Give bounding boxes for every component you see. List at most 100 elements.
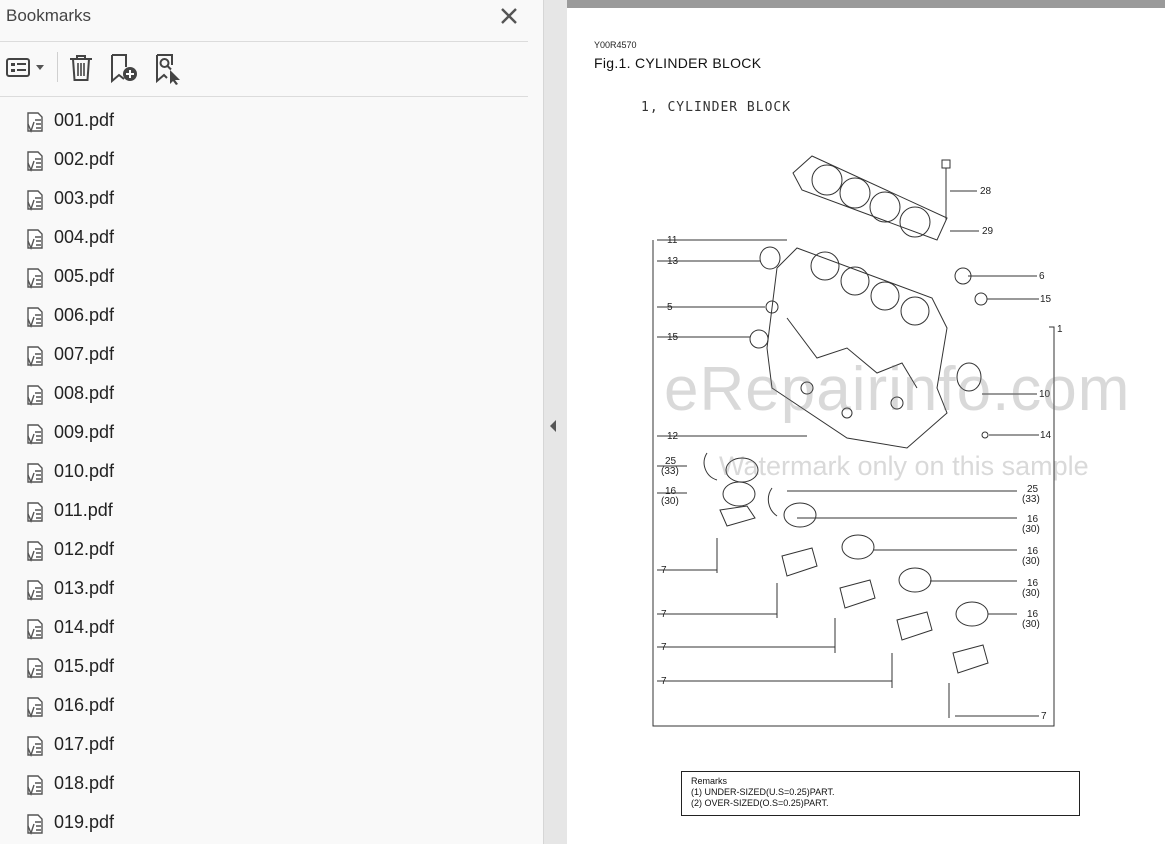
bookmark-label: 003.pdf xyxy=(54,188,115,208)
bookmark-label: 008.pdf xyxy=(54,383,115,403)
bookmark-page-icon xyxy=(27,151,43,172)
callout: 12 xyxy=(667,431,679,442)
bookmark-label: 004.pdf xyxy=(54,227,115,247)
callout: 11 xyxy=(667,235,678,246)
bookmark-label: 002.pdf xyxy=(54,149,115,169)
watermark-note: Watermark only on this sample xyxy=(719,451,1089,481)
bookmark-page-icon xyxy=(27,502,43,523)
callout: 15 xyxy=(667,332,679,343)
callout: 29 xyxy=(982,226,994,237)
bookmark-page-icon xyxy=(27,658,43,679)
bookmark-label: 018.pdf xyxy=(54,773,115,793)
bookmark-page-icon xyxy=(27,268,43,289)
bookmark-item[interactable]: 006.pdf xyxy=(0,296,528,335)
options-menu-icon[interactable] xyxy=(4,51,48,85)
bookmark-item[interactable]: 005.pdf xyxy=(0,257,528,296)
callout: 28 xyxy=(980,186,992,197)
bookmark-label: 007.pdf xyxy=(54,344,115,364)
callout: (30) xyxy=(1022,524,1040,535)
callout: 7 xyxy=(661,642,667,653)
callout: 7 xyxy=(661,609,667,620)
callout: (30) xyxy=(1022,556,1040,567)
bookmark-label: 011.pdf xyxy=(54,500,113,520)
bookmark-item[interactable]: 001.pdf xyxy=(0,101,528,140)
bookmark-item[interactable]: 008.pdf xyxy=(0,374,528,413)
bookmark-item[interactable]: 016.pdf xyxy=(0,686,528,725)
bookmark-label: 013.pdf xyxy=(54,578,115,598)
bookmark-item[interactable]: 015.pdf xyxy=(0,647,528,686)
bookmark-item[interactable]: 003.pdf xyxy=(0,179,528,218)
bookmark-item[interactable]: 012.pdf xyxy=(0,530,528,569)
bookmark-label: 017.pdf xyxy=(54,734,115,754)
bookmarks-panel: Bookmarks 001.pdf 002.pdf 003.pdf 004.pd… xyxy=(0,0,544,844)
callout: 7 xyxy=(661,676,667,687)
bookmark-page-icon xyxy=(27,229,43,250)
callout: 7 xyxy=(661,565,667,576)
bookmark-label: 005.pdf xyxy=(54,266,115,286)
bookmark-item[interactable]: 007.pdf xyxy=(0,335,528,374)
callout: 1 xyxy=(1057,324,1063,335)
bookmark-item[interactable]: 014.pdf xyxy=(0,608,528,647)
bookmark-item[interactable]: 013.pdf xyxy=(0,569,528,608)
callout: 14 xyxy=(1040,430,1052,441)
callout: (30) xyxy=(1022,619,1040,630)
bookmark-page-icon xyxy=(27,736,43,757)
remarks-box: Remarks (1) UNDER-SIZED(U.S=0.25)PART. (… xyxy=(681,771,1080,816)
bookmark-page-icon xyxy=(27,346,43,367)
bookmark-page-icon xyxy=(27,112,43,133)
bookmark-page-icon xyxy=(27,463,43,484)
callout: 5 xyxy=(667,302,673,313)
callout: 15 xyxy=(1040,294,1052,305)
bookmark-page-icon xyxy=(27,697,43,718)
callout: 7 xyxy=(1041,711,1047,722)
figure-subtitle: 1, CYLINDER BLOCK xyxy=(641,100,792,115)
bookmark-label: 012.pdf xyxy=(54,539,115,559)
bookmark-page-icon xyxy=(27,814,43,835)
bookmark-label: 016.pdf xyxy=(54,695,115,715)
cylinder-block-diagram: 28 29 11 13 6 15 1 5 15 10 12 14 25 (33)… xyxy=(652,155,1063,727)
document-page: Y00R4570 Fig.1. CYLINDER BLOCK 1, CYLIND… xyxy=(567,0,1165,844)
bookmark-page-icon xyxy=(27,424,43,445)
bookmark-item[interactable]: 018.pdf xyxy=(0,764,528,803)
bookmark-item[interactable]: 017.pdf xyxy=(0,725,528,764)
bookmark-label: 006.pdf xyxy=(54,305,115,325)
bookmark-item[interactable]: 019.pdf xyxy=(0,803,528,842)
remarks-line: (1) UNDER-SIZED(U.S=0.25)PART. xyxy=(691,787,835,797)
callout: 6 xyxy=(1039,271,1045,282)
callout: (30) xyxy=(1022,588,1040,599)
bookmark-page-icon xyxy=(27,619,43,640)
bookmark-label: 015.pdf xyxy=(54,656,115,676)
bookmark-item[interactable]: 010.pdf xyxy=(0,452,528,491)
watermark: eRepairinfo.com xyxy=(664,355,1131,424)
bookmarks-header: Bookmarks xyxy=(0,0,528,42)
callout: 13 xyxy=(667,256,679,267)
collapse-panel-arrow-icon[interactable] xyxy=(548,417,558,435)
close-icon[interactable] xyxy=(496,3,522,29)
add-bookmark-icon[interactable] xyxy=(108,51,140,85)
bookmark-label: 014.pdf xyxy=(54,617,115,637)
bookmark-page-icon xyxy=(27,775,43,796)
remarks-line: (2) OVER-SIZED(O.S=0.25)PART. xyxy=(691,798,829,808)
bookmark-item[interactable]: 009.pdf xyxy=(0,413,528,452)
bookmark-item[interactable]: 004.pdf xyxy=(0,218,528,257)
bookmark-label: 009.pdf xyxy=(54,422,115,442)
trash-icon[interactable] xyxy=(66,51,96,85)
figure-title: Fig.1. CYLINDER BLOCK xyxy=(594,55,762,71)
figure-code: Y00R4570 xyxy=(594,40,637,50)
bookmark-page-icon xyxy=(27,385,43,406)
panel-title: Bookmarks xyxy=(6,6,92,25)
toolbar-separator xyxy=(57,52,58,82)
bookmark-page-icon xyxy=(27,541,43,562)
callout: (33) xyxy=(1022,494,1040,505)
bookmark-page-icon xyxy=(27,190,43,211)
bookmark-item[interactable]: 011.pdf xyxy=(0,491,528,530)
find-bookmark-icon[interactable] xyxy=(152,51,184,85)
bookmark-page-icon xyxy=(27,307,43,328)
bookmark-page-icon xyxy=(27,580,43,601)
bookmark-item[interactable]: 002.pdf xyxy=(0,140,528,179)
callout: (30) xyxy=(661,496,679,507)
bookmark-label: 001.pdf xyxy=(54,110,115,130)
remarks-heading: Remarks xyxy=(691,776,728,786)
bookmark-label: 010.pdf xyxy=(54,461,115,481)
callout: (33) xyxy=(661,466,679,477)
